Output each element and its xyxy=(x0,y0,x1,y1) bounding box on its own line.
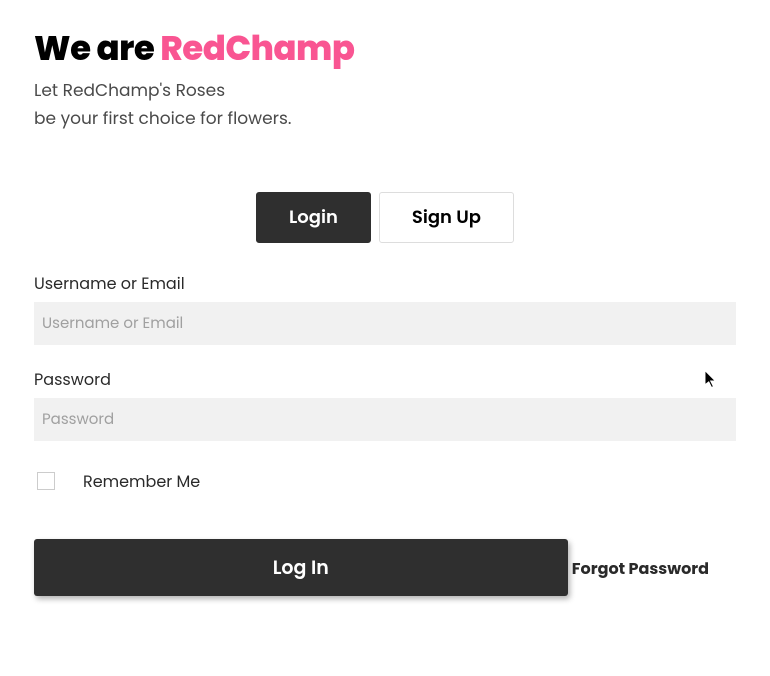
login-button[interactable]: Log In xyxy=(34,539,568,596)
tab-signup[interactable]: Sign Up xyxy=(379,192,514,243)
cursor-icon xyxy=(705,370,720,390)
tagline: Let RedChamp's Roses be your first choic… xyxy=(34,77,736,131)
remember-checkbox[interactable] xyxy=(37,472,55,490)
tagline-line2: be your first choice for flowers. xyxy=(34,106,291,130)
tagline-line1: Let RedChamp's Roses xyxy=(34,78,225,102)
title-brand: RedChamp xyxy=(160,24,354,72)
username-label: Username or Email xyxy=(34,271,736,296)
title-prefix: We are xyxy=(34,24,160,72)
page-title: We are RedChamp xyxy=(34,30,736,67)
password-input[interactable] xyxy=(34,398,736,441)
login-form: Username or Email Password Remember Me L… xyxy=(34,271,736,596)
auth-tabs: Login Sign Up xyxy=(34,192,736,243)
tab-login[interactable]: Login xyxy=(256,192,371,243)
username-input[interactable] xyxy=(34,302,736,345)
forgot-password-link[interactable]: Forgot Password xyxy=(572,556,709,581)
remember-row: Remember Me xyxy=(34,469,736,494)
remember-label: Remember Me xyxy=(83,469,200,494)
password-label: Password xyxy=(34,367,736,392)
